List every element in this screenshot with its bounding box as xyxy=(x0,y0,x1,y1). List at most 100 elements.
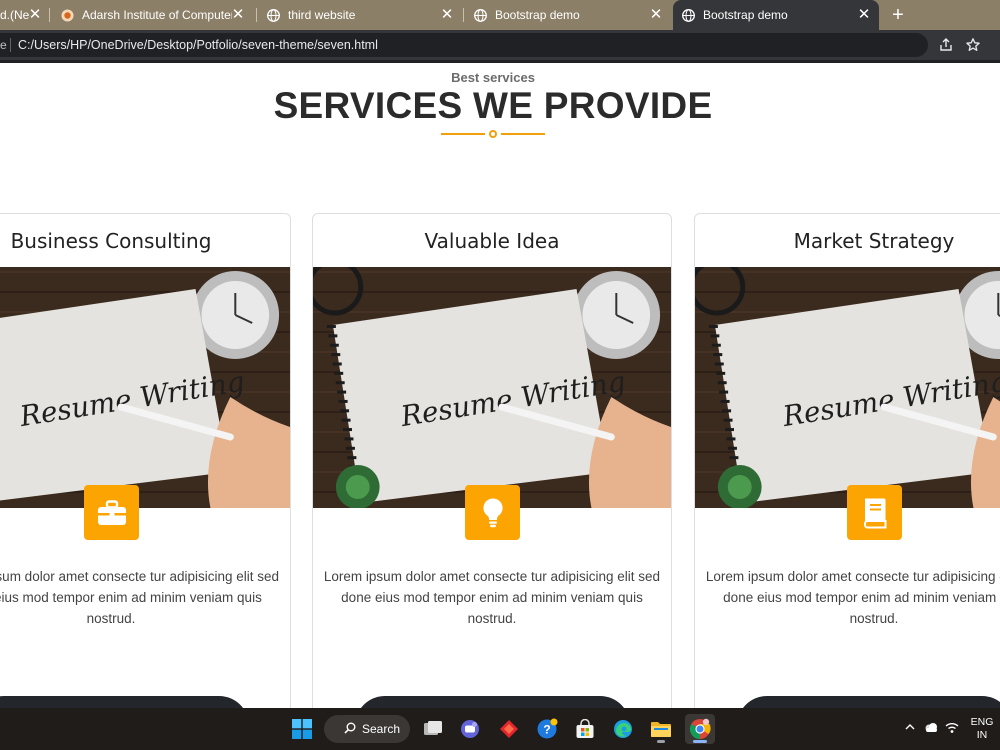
language-label: ENG xyxy=(970,716,994,728)
web-page: Best services SERVICES WE PROVIDE Busine… xyxy=(0,63,1000,708)
url-text[interactable]: C:/Users/HP/OneDrive/Desktop/Potfolio/se… xyxy=(18,33,378,57)
spiral-binding-ring xyxy=(326,325,336,328)
spiral-binding-ring xyxy=(328,334,338,338)
spiral-binding-ring xyxy=(334,371,344,375)
search-icon xyxy=(344,722,356,737)
tab-2[interactable]: third website ✕ xyxy=(260,0,462,30)
file-explorer-icon[interactable] xyxy=(646,714,676,744)
service-card-valuable-idea: Valuable Idea Resume Writing Lorem ipsum… xyxy=(312,213,672,708)
windows-taskbar: Search ? ENG IN xyxy=(0,708,1000,750)
edge-browser-icon[interactable] xyxy=(608,714,638,744)
spiral-binding-ring xyxy=(345,446,355,450)
spiral-binding-ring xyxy=(717,381,727,385)
browser-tab-strip: d.(Ne ✕ Adarsh Institute of Computer Tec… xyxy=(0,0,1000,30)
card-description: Lorem ipsum dolor amet consecte tur adip… xyxy=(0,569,280,626)
spiral-binding-ring xyxy=(714,362,724,366)
screen: d.(Ne ✕ Adarsh Institute of Computer Tec… xyxy=(0,0,1000,750)
weather-cloud-icon[interactable] xyxy=(923,721,939,737)
share-icon[interactable] xyxy=(938,37,954,53)
spiral-binding-ring xyxy=(337,390,347,394)
tab-4-active[interactable]: Bootstrap demo ✕ xyxy=(673,0,879,30)
help-app-icon[interactable]: ? xyxy=(532,714,562,744)
spiral-binding-ring xyxy=(335,381,345,385)
card-read-more-button[interactable] xyxy=(0,696,249,708)
spiral-binding-ring xyxy=(726,437,736,441)
tab-1[interactable]: Adarsh Institute of Computer Tec ✕ xyxy=(53,0,253,30)
spiral-binding-ring xyxy=(719,390,729,394)
card-image: Resume Writing xyxy=(695,267,1000,508)
divider-dot xyxy=(489,130,497,138)
spiral-binding-ring xyxy=(723,418,733,422)
spiral-binding-ring xyxy=(716,371,726,375)
service-card-business-consulting: Business Consulting Resume Writing Lorem… xyxy=(0,213,291,708)
section-heading: SERVICES WE PROVIDE xyxy=(273,85,713,126)
spiral-binding-ring xyxy=(344,437,354,441)
spiral-binding-ring xyxy=(343,428,352,432)
tab-3[interactable]: Bootstrap demo ✕ xyxy=(467,0,671,30)
service-card-market-strategy: Market Strategy Resume Writing Lorem ips… xyxy=(694,213,1000,708)
microsoft-store-icon[interactable] xyxy=(570,714,600,744)
tab-label: Bootstrap demo xyxy=(703,8,788,22)
active-indicator xyxy=(693,740,707,743)
network-icon[interactable] xyxy=(944,721,960,737)
card-read-more-button[interactable] xyxy=(737,696,1000,708)
close-icon[interactable]: ✕ xyxy=(28,7,42,23)
spiral-binding-ring xyxy=(329,343,339,347)
spiral-binding-ring xyxy=(722,409,732,413)
close-icon[interactable]: ✕ xyxy=(440,7,454,23)
spiral-binding-ring xyxy=(332,362,342,366)
globe-icon xyxy=(267,8,280,22)
app-red-diamond-icon[interactable] xyxy=(494,714,524,744)
tab-label: d.(Ne xyxy=(0,8,30,22)
spiral-binding-ring xyxy=(725,428,734,432)
lightbulb-icon xyxy=(465,485,520,540)
tab-label: third website xyxy=(288,8,356,22)
spiral-binding-ring xyxy=(341,418,351,422)
spiral-binding-ring xyxy=(331,353,341,357)
divider-line-left xyxy=(441,133,485,135)
site-info-label[interactable]: e xyxy=(0,33,9,57)
tab-separator xyxy=(463,8,464,22)
close-icon[interactable]: ✕ xyxy=(857,7,871,23)
card-description: Lorem ipsum dolor amet consecte tur adip… xyxy=(705,569,1000,626)
omnibox[interactable]: e C:/Users/HP/OneDrive/Desktop/Potfolio/… xyxy=(0,33,928,57)
tab-separator xyxy=(256,8,257,22)
card-image: Resume Writing xyxy=(0,267,290,508)
card-title: Valuable Idea xyxy=(424,229,560,253)
spiral-binding-ring xyxy=(347,456,357,460)
taskbar-search-box[interactable]: Search xyxy=(324,715,410,743)
spiral-binding-ring xyxy=(720,399,730,403)
spiral-binding-ring xyxy=(711,343,721,347)
spiral-binding-ring xyxy=(713,353,723,357)
teams-chat-icon[interactable] xyxy=(455,714,485,744)
address-bar: e C:/Users/HP/OneDrive/Desktop/Potfolio/… xyxy=(0,30,1000,60)
task-view-icon[interactable] xyxy=(418,714,448,744)
language-indicator[interactable]: ENG IN xyxy=(966,716,998,742)
new-tab-button[interactable]: + xyxy=(887,4,909,26)
svg-text:?: ? xyxy=(543,723,550,737)
region-label: IN xyxy=(976,729,988,741)
tab-separator xyxy=(49,8,50,22)
running-indicator xyxy=(657,740,665,743)
chevron-up-icon[interactable] xyxy=(902,721,918,737)
site-favicon-icon xyxy=(61,9,74,22)
card-description: Lorem ipsum dolor amet consecte tur adip… xyxy=(323,569,661,626)
card-title: Market Strategy xyxy=(793,229,955,253)
tab-label: Bootstrap demo xyxy=(495,8,580,22)
bookmark-star-icon[interactable] xyxy=(965,37,981,53)
start-windows-icon[interactable] xyxy=(287,714,317,744)
card-image: Resume Writing xyxy=(313,267,671,508)
succulent-plant-center xyxy=(345,475,370,499)
card-read-more-button[interactable] xyxy=(355,696,630,708)
close-icon[interactable]: ✕ xyxy=(231,7,245,23)
chrome-browser-icon[interactable] xyxy=(685,714,715,744)
book-icon xyxy=(847,485,902,540)
divider-line-right xyxy=(501,133,545,135)
globe-icon xyxy=(474,8,487,22)
heading-divider xyxy=(441,129,545,139)
search-label: Search xyxy=(362,722,401,736)
tab-0[interactable]: d.(Ne ✕ xyxy=(0,0,48,30)
tab-label: Adarsh Institute of Computer Tec xyxy=(82,8,232,22)
close-icon[interactable]: ✕ xyxy=(649,7,663,23)
briefcase-icon xyxy=(84,485,139,540)
